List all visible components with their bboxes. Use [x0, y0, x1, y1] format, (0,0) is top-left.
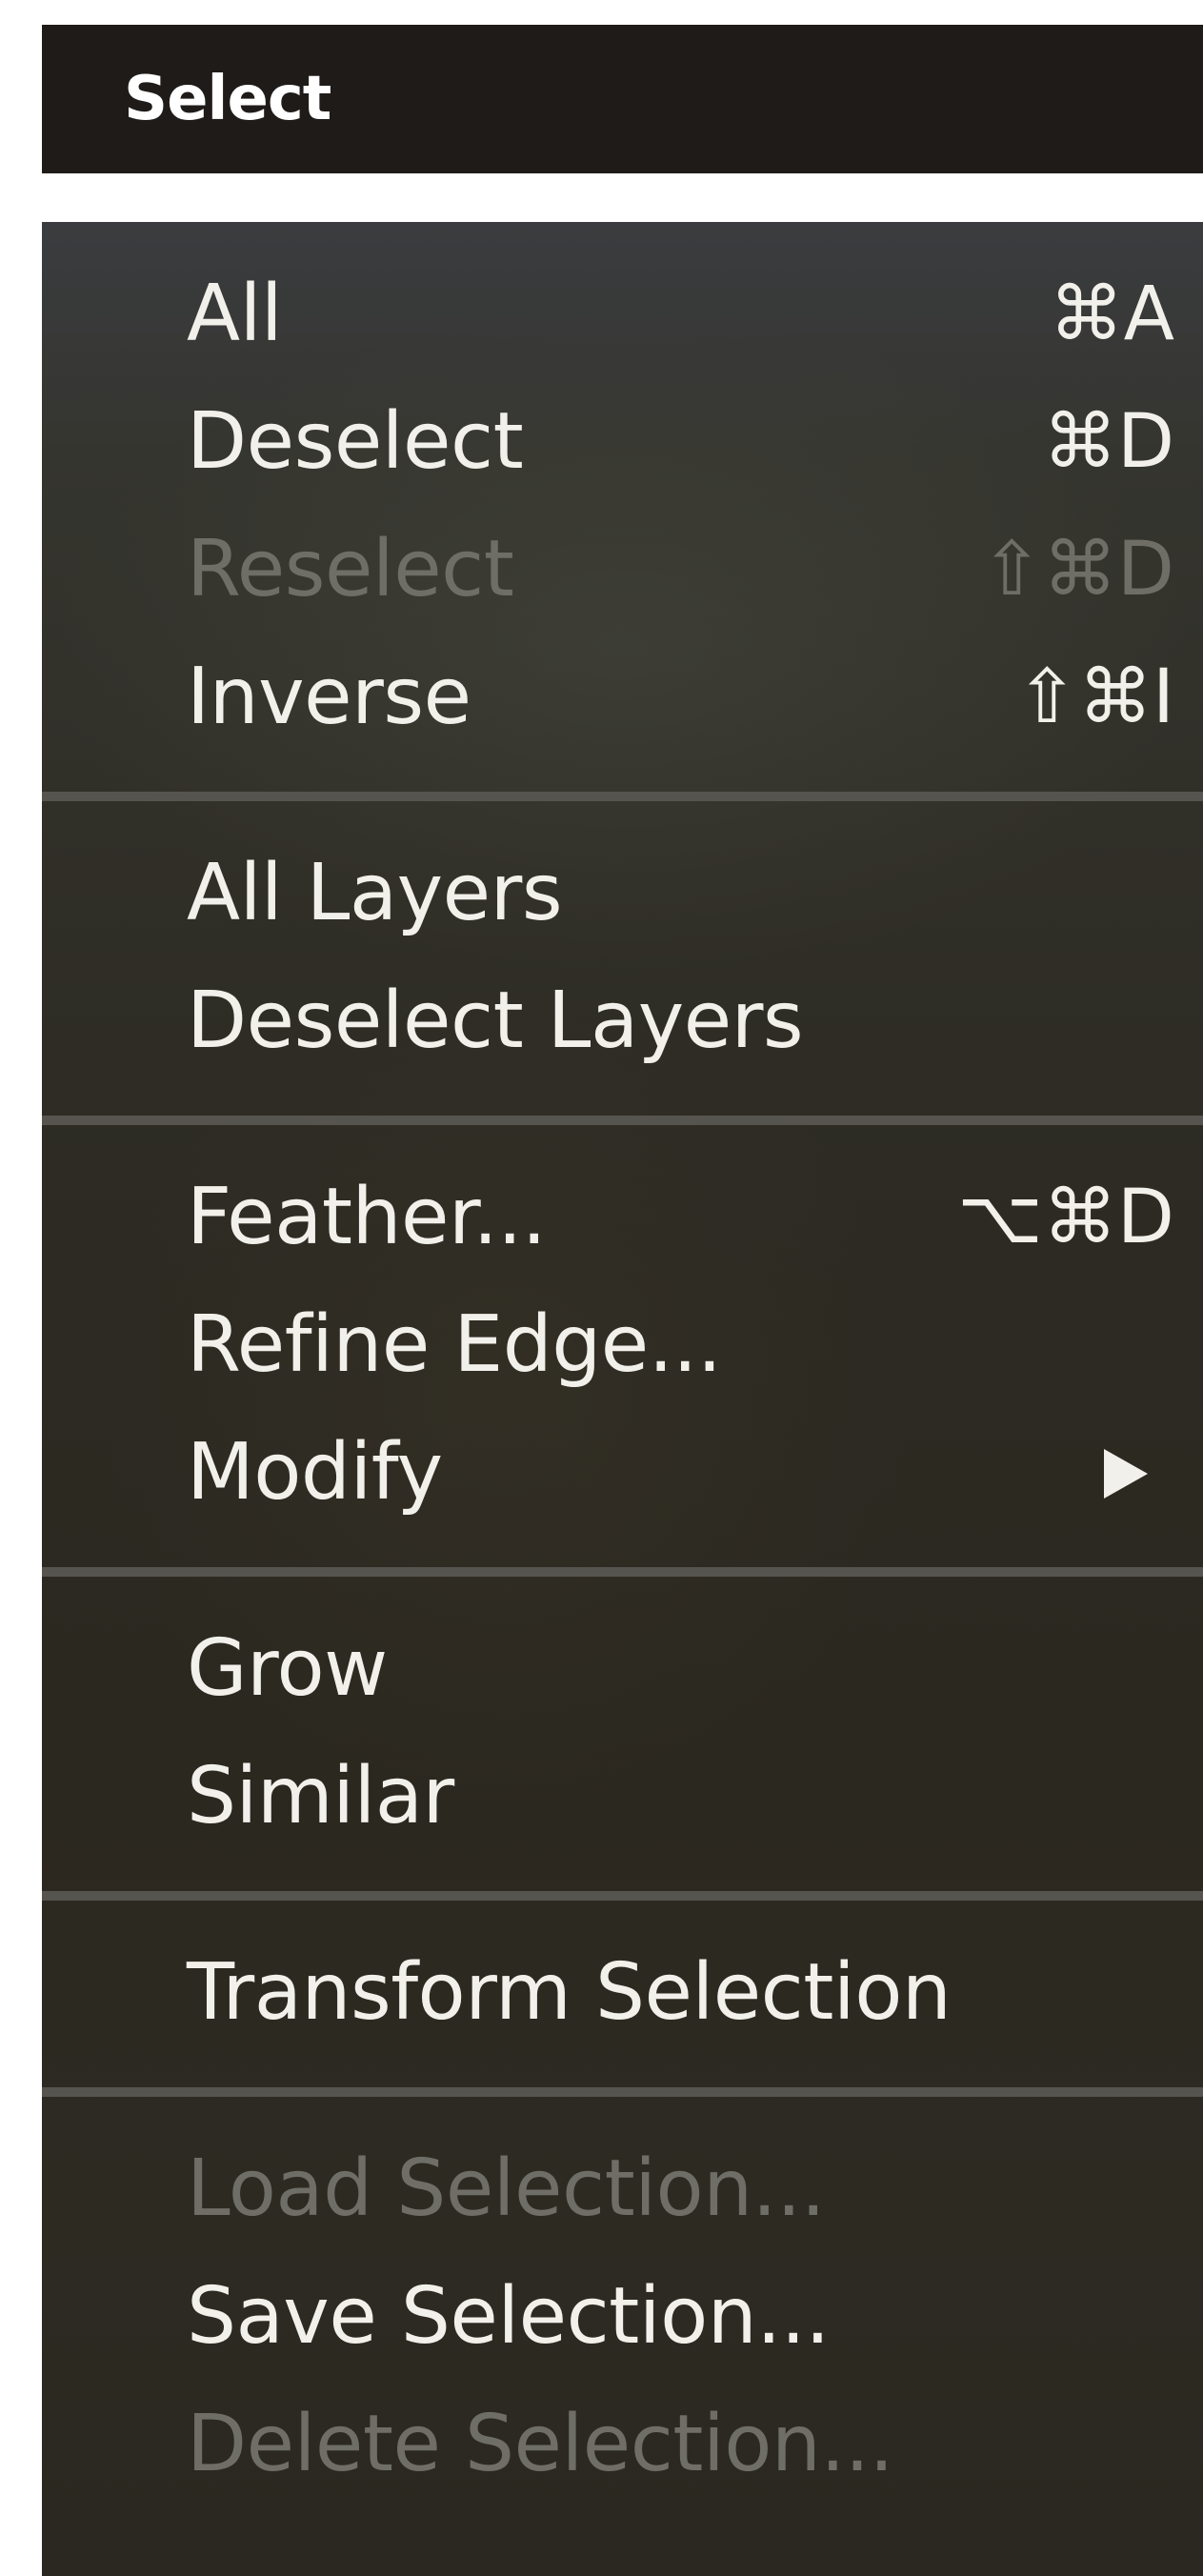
menu-item-label: Transform Selection	[187, 1947, 952, 2038]
menu-separator	[42, 1116, 1203, 1125]
menu-item-shortcut: ⇧⌘I	[1015, 654, 1174, 740]
menu-item-inverse[interactable]: Inverse ⇧⌘I	[42, 634, 1203, 761]
menu-item-label: Similar	[187, 1751, 454, 1841]
menu-item-label: Modify	[187, 1427, 443, 1518]
menu-item-deselect[interactable]: Deselect ⌘D	[42, 378, 1203, 506]
menu-bar: Select	[42, 25, 1203, 173]
menu-title-select[interactable]: Select	[124, 25, 331, 173]
menu-item-grow[interactable]: Grow	[42, 1605, 1203, 1733]
submenu-arrow-icon	[1104, 1449, 1148, 1499]
menu-item-label: Delete Selection...	[187, 2399, 894, 2489]
menu-item-shortcut: ⌘D	[1042, 399, 1174, 485]
menu-item-modify[interactable]: Modify	[42, 1409, 1203, 1537]
menu-item-label: Inverse	[187, 652, 471, 742]
menu-item-label: All Layers	[187, 848, 563, 938]
menu-separator	[42, 792, 1203, 801]
menu-item-refine-edge[interactable]: Refine Edge...	[42, 1281, 1203, 1409]
menu-separator	[42, 1891, 1203, 1901]
menu-separator	[42, 2087, 1203, 2097]
menu-item-label: Deselect Layers	[187, 976, 804, 1066]
menu-item-delete-selection: Delete Selection...	[42, 2381, 1203, 2508]
menu-item-deselect-layers[interactable]: Deselect Layers	[42, 957, 1203, 1085]
menu-item-label: Deselect	[187, 396, 524, 487]
menu-item-shortcut: ⌥⌘D	[957, 1175, 1174, 1260]
menu-item-label: Feather...	[187, 1172, 547, 1262]
menu-item-label: Refine Edge...	[187, 1299, 722, 1390]
menu-item-transform-selection[interactable]: Transform Selection	[42, 1929, 1203, 2057]
menu-item-label: Grow	[187, 1623, 388, 1714]
menu-item-all[interactable]: All ⌘A	[42, 251, 1203, 378]
menu-item-label: Reselect	[187, 524, 514, 614]
menu-item-reselect: Reselect ⇧⌘D	[42, 506, 1203, 634]
select-menu-dropdown: All ⌘A Deselect ⌘D Reselect ⇧⌘D Inverse ⇧⌘I All …	[42, 222, 1203, 2576]
screen: Select All ⌘A Deselect ⌘D Reselect ⇧⌘D Inverse…	[0, 0, 1203, 2576]
menu-item-all-layers[interactable]: All Layers	[42, 830, 1203, 957]
menu-item-load-selection: Load Selection...	[42, 2125, 1203, 2253]
menu-item-save-selection[interactable]: Save Selection...	[42, 2253, 1203, 2381]
menu-item-shortcut: ⌘A	[1049, 272, 1174, 357]
menu-item-label: Load Selection...	[187, 2143, 826, 2234]
menu-item-similar[interactable]: Similar	[42, 1733, 1203, 1861]
menu-item-label: All	[187, 269, 283, 359]
menu-item-shortcut: ⇧⌘D	[980, 527, 1174, 613]
menu-item-label: Save Selection...	[187, 2271, 830, 2362]
menu-separator	[42, 1567, 1203, 1577]
menu-item-feather[interactable]: Feather... ⌥⌘D	[42, 1154, 1203, 1281]
